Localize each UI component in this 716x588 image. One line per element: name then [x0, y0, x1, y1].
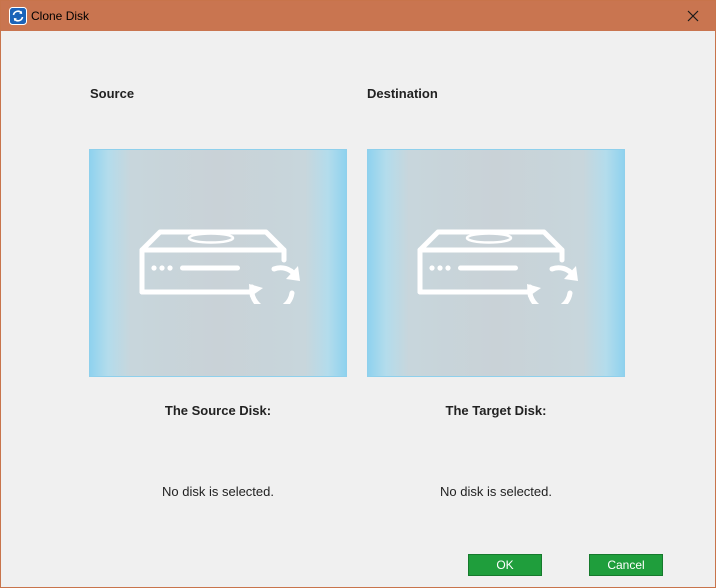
destination-status-text: No disk is selected. — [440, 484, 552, 499]
destination-heading: Destination — [367, 86, 438, 101]
source-heading: Source — [90, 86, 135, 101]
close-icon — [687, 10, 699, 22]
target-disk-label: The Target Disk: — [445, 403, 547, 418]
source-disk-label: The Source Disk: — [164, 403, 272, 418]
cancel-button[interactable]: Cancel — [589, 554, 663, 576]
window-title: Clone Disk — [31, 9, 90, 23]
clone-disk-window: Clone Disk Source Destination The Source… — [0, 0, 716, 588]
clone-disk-app-icon — [9, 7, 27, 25]
hard-disk-sync-icon — [417, 229, 578, 304]
title-bar[interactable]: Clone Disk — [1, 1, 715, 31]
ok-button[interactable]: OK — [468, 554, 542, 576]
hard-disk-sync-icon — [139, 229, 300, 304]
close-button[interactable] — [671, 1, 715, 31]
destination-disk-panel[interactable] — [367, 149, 625, 377]
source-disk-panel[interactable] — [89, 149, 347, 377]
source-status-text: No disk is selected. — [162, 484, 274, 499]
